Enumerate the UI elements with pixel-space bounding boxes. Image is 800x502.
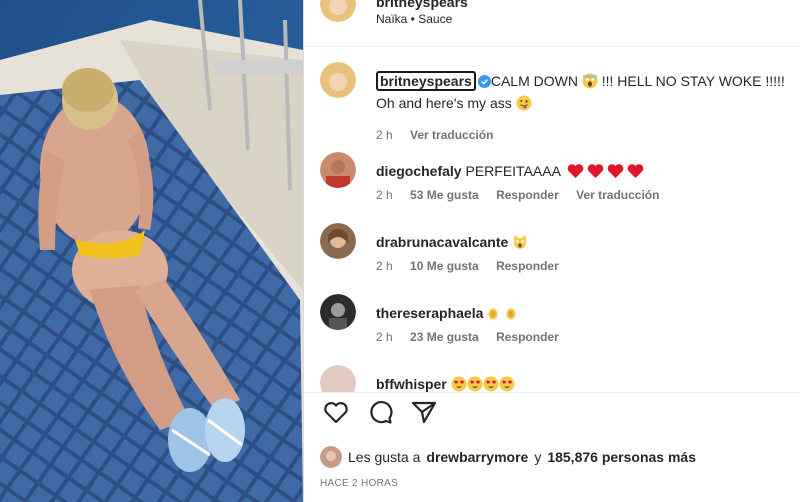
translate-link[interactable]: Ver traducción	[576, 188, 659, 202]
reply-button[interactable]: Responder	[496, 188, 559, 202]
comment-message: PERFEITAAAA	[465, 163, 561, 179]
paper-plane-icon[interactable]	[410, 398, 438, 426]
comment-avatar[interactable]	[320, 365, 356, 392]
red-heart-icon	[567, 164, 584, 178]
caption-time: 2 h	[376, 128, 393, 142]
screaming-face-emoji-icon	[582, 73, 598, 89]
author-avatar[interactable]	[320, 0, 356, 22]
comment-text: bffwhisper	[376, 373, 796, 392]
tongue-face-emoji-icon	[516, 95, 532, 111]
comment-avatar[interactable]	[320, 223, 356, 259]
post-timestamp[interactable]: HACE 2 HORAS	[320, 478, 398, 489]
heart-outline-icon[interactable]	[322, 398, 350, 426]
comment-text: diegochefaly PERFEITAAAA	[376, 160, 796, 182]
likes-user-link[interactable]: drewbarrymore	[426, 449, 528, 465]
comment-likes[interactable]: 53 Me gusta	[410, 188, 479, 202]
comment-username[interactable]: thereseraphaela	[376, 305, 483, 321]
post-media[interactable]	[0, 0, 303, 502]
comment-avatar[interactable]	[320, 294, 356, 330]
post-side-panel: britneyspears Naïka • Sauce britneyspear…	[303, 0, 800, 502]
caption-translate-link[interactable]: Ver traducción	[410, 128, 493, 142]
comment-likes[interactable]: 10 Me gusta	[410, 259, 479, 273]
red-heart-icon	[587, 164, 604, 178]
instagram-post-window: britneyspears Naïka • Sauce britneyspear…	[0, 0, 800, 502]
red-heart-icon	[607, 164, 624, 178]
caption-line2: Oh and here's my ass	[376, 95, 512, 111]
comment-meta: 2 h 53 Me gusta Responder Ver traducción	[376, 188, 673, 202]
red-heart-icon	[627, 164, 644, 178]
clapping-hands-emoji-icon	[506, 308, 516, 320]
likes-summary: Les gusta a drewbarrymore y 185,876 pers…	[320, 446, 696, 468]
reply-button[interactable]: Responder	[496, 259, 559, 273]
comment-time: 2 h	[376, 330, 393, 344]
comment-avatar[interactable]	[320, 152, 356, 188]
liker-avatar[interactable]	[320, 446, 342, 468]
actions-divider	[304, 392, 800, 393]
comment-meta: 2 h 10 Me gusta Responder	[376, 259, 573, 273]
comment-bubble-icon[interactable]	[366, 398, 394, 426]
comment-username[interactable]: diegochefaly	[376, 163, 462, 179]
heart-eyes-emoji-icon	[499, 376, 515, 392]
caption-username[interactable]: britneyspears	[376, 71, 476, 91]
caption-text: britneyspears CALM DOWN !!! HELL NO STAY …	[376, 70, 796, 114]
comment-likes[interactable]: 23 Me gusta	[410, 330, 479, 344]
comment-username[interactable]: bffwhisper	[376, 376, 447, 392]
caption-line1b: !!! HELL NO STAY WOKE !!!!!	[601, 73, 785, 89]
comment-text: drabrunacavalcante	[376, 231, 796, 253]
likes-count-link[interactable]: 185,876 personas más	[547, 449, 696, 465]
verified-badge-icon	[477, 75, 491, 88]
likes-middle: y	[534, 449, 542, 465]
heart-eyes-emoji-icon	[467, 376, 483, 392]
comments-list[interactable]: britneyspears CALM DOWN !!! HELL NO STAY …	[304, 46, 800, 392]
likes-prefix: Les gusta a	[348, 449, 421, 465]
comment-username[interactable]: drabrunacavalcante	[376, 234, 508, 250]
author-username[interactable]: britneyspears	[376, 0, 468, 10]
reply-button[interactable]: Responder	[496, 330, 559, 344]
post-photo	[0, 0, 303, 502]
screaming-cat-emoji-icon	[514, 235, 527, 249]
heart-eyes-emoji-icon	[451, 376, 467, 392]
comment-text: thereseraphaela	[376, 302, 796, 324]
caption-line1: CALM DOWN	[490, 73, 578, 89]
caption-avatar[interactable]	[320, 62, 356, 98]
post-subtitle[interactable]: Naïka • Sauce	[376, 12, 452, 26]
comment-time: 2 h	[376, 188, 393, 202]
comment-time: 2 h	[376, 259, 393, 273]
heart-eyes-emoji-icon	[483, 376, 499, 392]
post-header: britneyspears Naïka • Sauce	[304, 0, 800, 47]
clapping-hands-emoji-icon	[488, 308, 498, 320]
caption-meta: 2 h Ver traducción	[376, 128, 507, 142]
comment-meta: 2 h 23 Me gusta Responder	[376, 330, 573, 344]
